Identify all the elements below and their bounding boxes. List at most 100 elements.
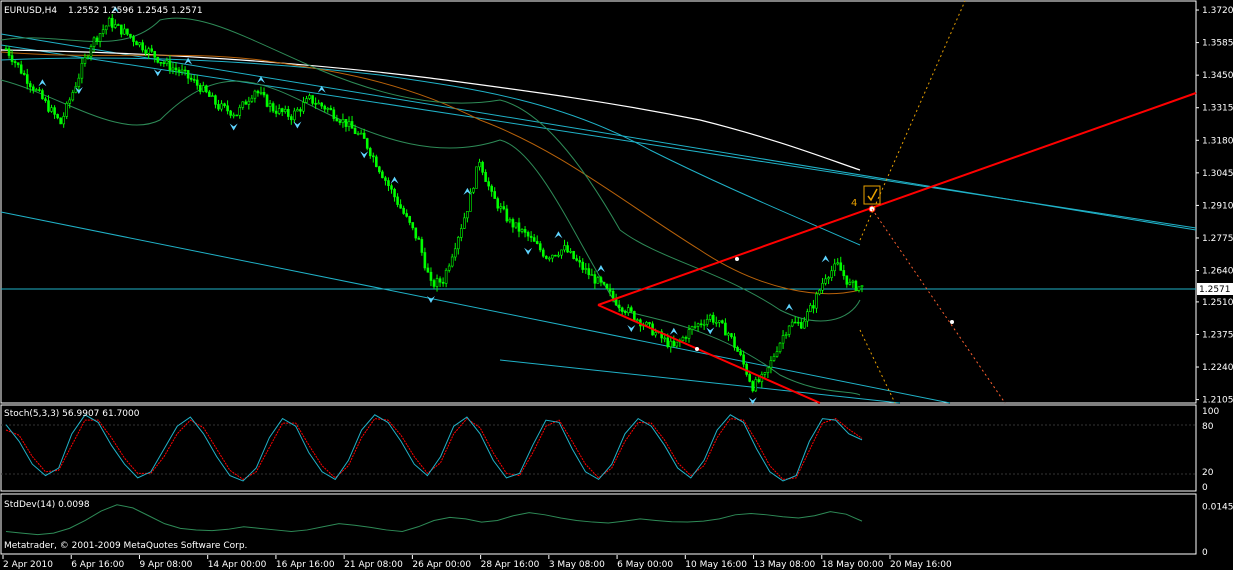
candle-body bbox=[77, 77, 81, 87]
wave-label: 4 bbox=[851, 198, 857, 209]
trendline-upper-red[interactable] bbox=[597, 92, 1197, 306]
candle-body bbox=[845, 275, 849, 285]
candle-body bbox=[535, 241, 539, 244]
candle-body bbox=[487, 181, 490, 187]
stoch-panel-frame bbox=[0, 404, 1197, 492]
candle-body bbox=[238, 107, 242, 116]
candle-body bbox=[387, 180, 390, 186]
fractal-down-icon bbox=[153, 69, 162, 77]
candle-body bbox=[821, 283, 824, 291]
candle-body bbox=[253, 90, 257, 99]
candle-body bbox=[806, 311, 809, 322]
candle-body bbox=[211, 95, 214, 97]
candle-body bbox=[68, 99, 72, 104]
candle-body bbox=[514, 222, 518, 228]
candle-body bbox=[147, 48, 150, 54]
candle-body bbox=[220, 103, 223, 110]
price-panel[interactable]: 4 1.37201.35851.34501.33151.31801.30451.… bbox=[0, 0, 1233, 406]
wave-box[interactable] bbox=[863, 185, 881, 205]
candle-body bbox=[202, 85, 205, 92]
time-tick-label: 21 Apr 08:00 bbox=[344, 560, 403, 570]
fractal-up-icon bbox=[390, 176, 399, 184]
candle-body bbox=[778, 342, 782, 352]
candle-body bbox=[168, 60, 172, 71]
stoch-tick-label: 80 bbox=[1202, 422, 1214, 432]
candle-body bbox=[563, 245, 566, 251]
candle-body bbox=[305, 98, 308, 103]
candle-body bbox=[356, 133, 360, 135]
channel-line-short bbox=[499, 359, 901, 404]
candle-body bbox=[156, 56, 160, 63]
candle-body bbox=[56, 114, 59, 119]
candle-body bbox=[180, 69, 184, 73]
candle-body bbox=[617, 304, 621, 309]
trendline-lower-red[interactable] bbox=[597, 304, 821, 404]
candle-body bbox=[390, 185, 393, 190]
fractal-down-icon bbox=[293, 121, 302, 129]
candle-body bbox=[341, 119, 345, 123]
stoch-tick-label: 100 bbox=[1202, 407, 1219, 417]
time-tick-label: 28 Apr 16:00 bbox=[481, 560, 540, 570]
time-tick-label: 2 Apr 2010 bbox=[3, 560, 53, 570]
ma-white-line bbox=[0, 49, 861, 171]
candle-body bbox=[417, 237, 421, 240]
candle-body bbox=[283, 108, 287, 113]
candle-body bbox=[296, 109, 299, 112]
channel-line-mid bbox=[0, 44, 1197, 229]
candle-body bbox=[581, 261, 585, 270]
candle-body bbox=[223, 103, 226, 107]
candle-body bbox=[144, 49, 147, 54]
stoch-axis: 100 80 20 0 bbox=[1202, 407, 1219, 493]
candle-body bbox=[192, 79, 196, 81]
candle-body bbox=[250, 97, 254, 102]
time-tick-label: 9 Apr 08:00 bbox=[139, 560, 192, 570]
candle-body bbox=[736, 347, 739, 352]
candle-body bbox=[523, 229, 527, 233]
candle-body bbox=[338, 120, 342, 123]
time-tick-label: 26 Apr 00:00 bbox=[412, 560, 471, 570]
candle-body bbox=[684, 337, 688, 339]
candle-body bbox=[818, 289, 821, 295]
candle-body bbox=[214, 95, 217, 105]
candle-body bbox=[438, 278, 442, 283]
trendline-node bbox=[695, 347, 699, 351]
fractal-up-icon bbox=[596, 265, 605, 273]
candle-body bbox=[575, 258, 578, 261]
candle-body bbox=[493, 191, 497, 199]
chart-canvas[interactable]: 4 1.37201.35851.34501.33151.31801.30451.… bbox=[0, 0, 1233, 570]
candle-body bbox=[569, 251, 572, 253]
projection-down bbox=[859, 329, 896, 404]
candle-body bbox=[426, 267, 430, 273]
candle-body bbox=[232, 114, 235, 117]
fractals-group bbox=[38, 6, 830, 405]
candle-body bbox=[375, 156, 378, 168]
stddev-panel[interactable]: StdDev(14) 0.0098 Metatrader, © 2001-200… bbox=[4, 500, 1233, 558]
candle-body bbox=[138, 42, 141, 46]
candle-body bbox=[38, 89, 41, 91]
candle-body bbox=[481, 161, 484, 173]
candle-body bbox=[693, 326, 697, 328]
fractal-down-icon bbox=[627, 324, 636, 332]
stoch-tick-label: 20 bbox=[1202, 468, 1214, 478]
stoch-panel[interactable]: Stoch(5,3,3) 56.9907 61.7000 100 80 20 0 bbox=[1, 407, 1219, 493]
candle-body bbox=[748, 374, 751, 382]
candle-body bbox=[226, 105, 229, 112]
candle-body bbox=[198, 85, 202, 92]
time-tick-label: 10 May 16:00 bbox=[685, 560, 747, 570]
candle-body bbox=[751, 381, 755, 392]
candle-body bbox=[803, 320, 806, 329]
candle-body bbox=[705, 319, 709, 325]
candle-body bbox=[854, 280, 858, 291]
candle-body bbox=[472, 188, 475, 193]
candle-body bbox=[308, 95, 311, 99]
candle-body bbox=[320, 102, 323, 107]
candle-body bbox=[608, 288, 612, 292]
candle-body bbox=[441, 281, 445, 284]
candle-body bbox=[117, 24, 120, 26]
candle-body bbox=[362, 132, 366, 139]
time-tick-label: 13 May 08:00 bbox=[754, 560, 816, 570]
candle-body bbox=[132, 36, 135, 42]
candle-body bbox=[28, 83, 32, 88]
candle-body bbox=[645, 322, 648, 326]
candle-body bbox=[447, 265, 451, 271]
